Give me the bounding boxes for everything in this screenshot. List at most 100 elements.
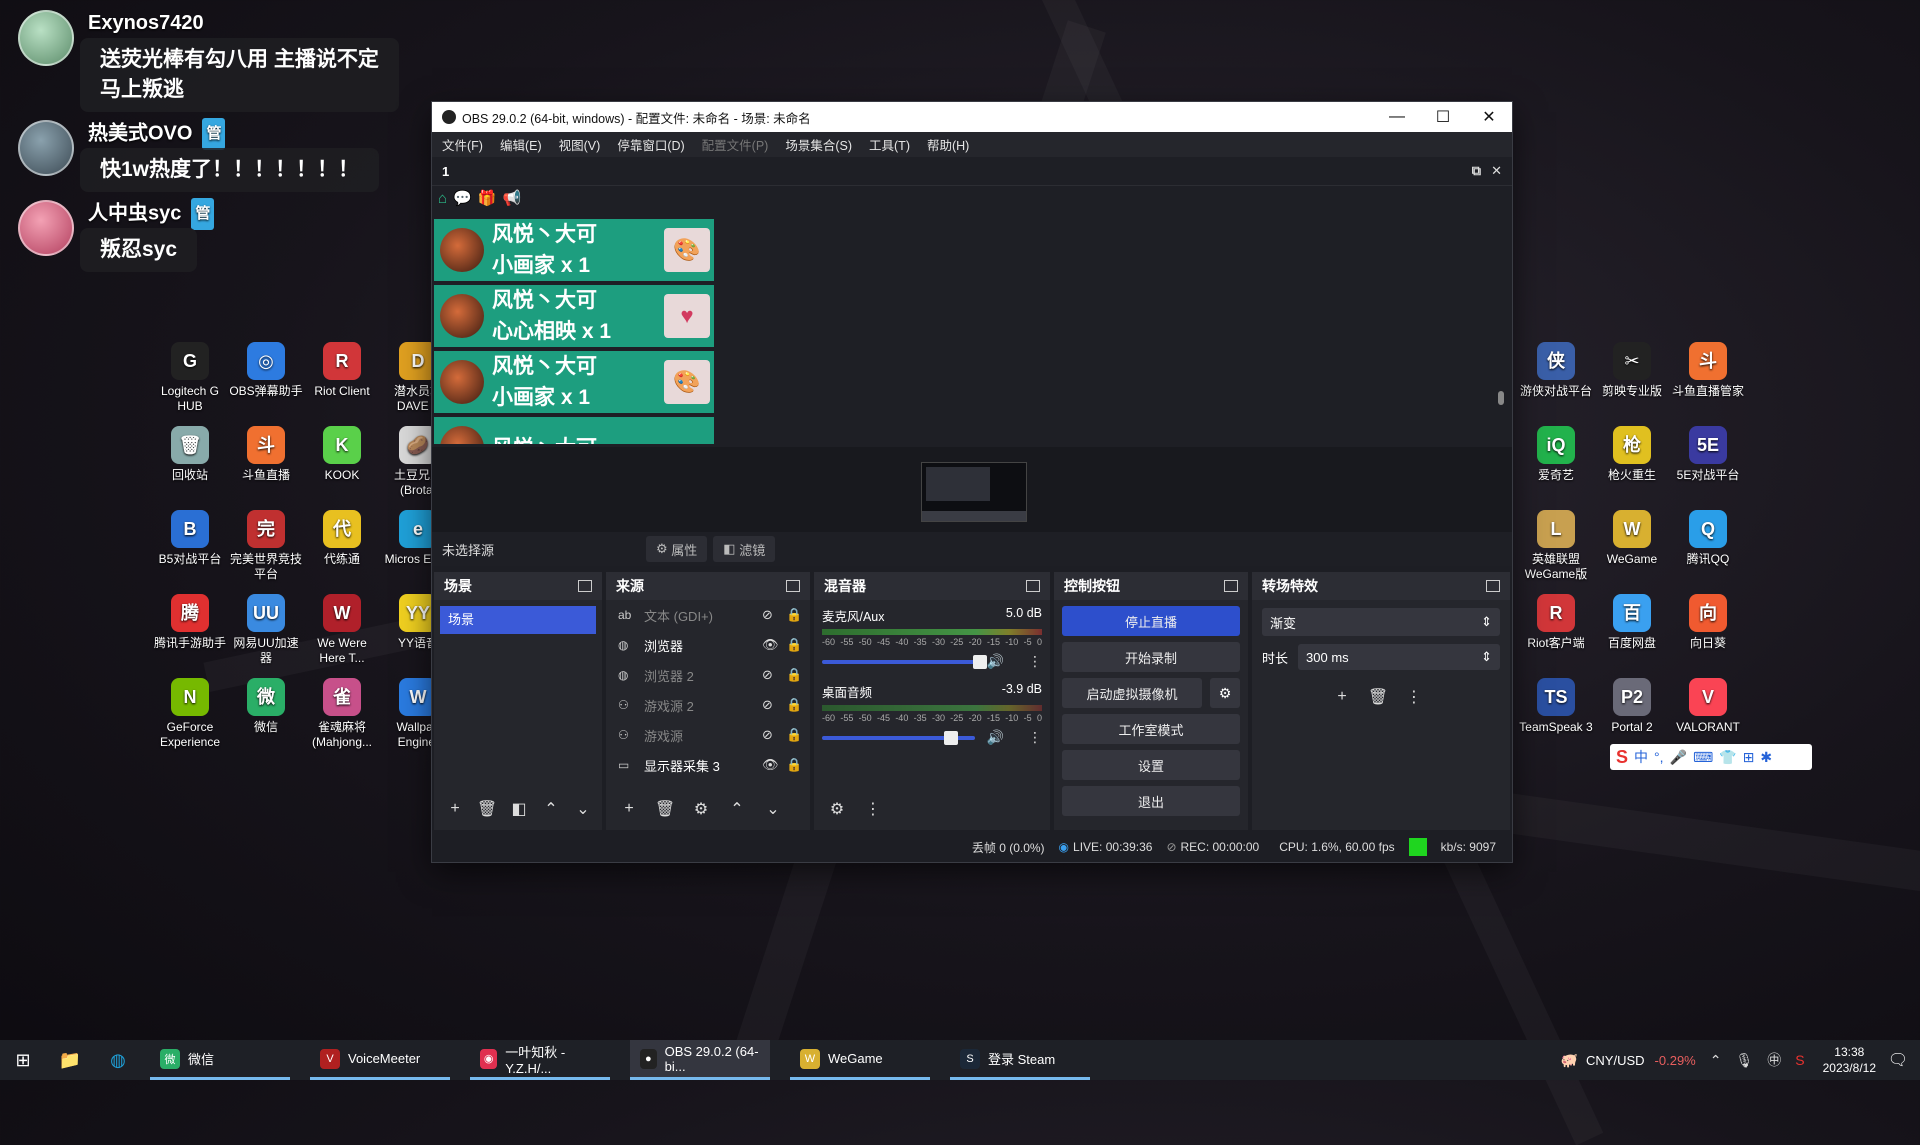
volume-slider[interactable]	[822, 730, 975, 745]
source-item[interactable]: ab 文本 (GDI+) ⊘ 🔒	[606, 600, 810, 630]
add-source-button[interactable]: +	[614, 794, 644, 824]
desktop-icon[interactable]: ◎ OBS弹幕助手	[228, 342, 304, 399]
channel-menu-icon[interactable]: ⋮	[1028, 653, 1042, 670]
minimize-button[interactable]: —	[1374, 102, 1420, 132]
desktop-icon[interactable]: iQ 爱奇艺	[1518, 426, 1594, 483]
desktop-icon[interactable]: P2 Portal 2	[1594, 678, 1670, 735]
stocks-icon[interactable]: 🐖	[1561, 1052, 1578, 1069]
ime-chinese-toggle[interactable]: 中	[1634, 747, 1648, 767]
desktop-icon[interactable]: TS TeamSpeak 3	[1518, 678, 1594, 735]
taskbar-app[interactable]: ● OBS 29.0.2 (64-bi...	[630, 1040, 770, 1080]
float-dock-icon[interactable]	[1026, 580, 1040, 592]
scene-item[interactable]: 场景	[440, 606, 596, 634]
show-hidden-icons[interactable]: ⌃	[1710, 1052, 1722, 1069]
start-recording-button[interactable]: 开始录制	[1062, 642, 1240, 672]
properties-button[interactable]: ⚙ 属性	[646, 536, 708, 562]
move-down-button[interactable]: ⌄	[758, 794, 788, 824]
lock-icon[interactable]: 🔒	[786, 637, 810, 653]
volume-slider[interactable]	[822, 654, 987, 669]
move-down-button[interactable]: ⌄	[570, 794, 596, 824]
source-item[interactable]: ⚇ 游戏源 2 ⊘ 🔒	[606, 690, 810, 720]
taskbar-app[interactable]: W WeGame	[790, 1040, 930, 1080]
desktop-icon[interactable]: W We Were Here T...	[304, 594, 380, 666]
lock-icon[interactable]: 🔒	[786, 697, 810, 713]
add-transition-button[interactable]: +	[1327, 682, 1357, 712]
desktop-icon[interactable]: 斗斗鱼直播	[228, 426, 304, 483]
menu-docks[interactable]: 停靠窗口(D)	[617, 135, 684, 154]
ime-toolbar[interactable]: S 中 °, 🎤 ⌨ 👕 ⊞ ✱	[1610, 744, 1812, 770]
menu-edit[interactable]: 编辑(E)	[500, 135, 542, 154]
desktop-icon[interactable]: 🗑 回收站	[152, 426, 228, 483]
desktop-icon[interactable]: Q 腾讯QQ	[1670, 510, 1746, 567]
studio-mode-button[interactable]: 工作室模式	[1062, 714, 1240, 744]
eye-hidden-icon[interactable]: ⊘	[762, 697, 786, 713]
preview-area[interactable]	[432, 447, 1512, 532]
desktop-icon[interactable]: R Riot客户端	[1518, 594, 1594, 651]
taskbar-app[interactable]: S 登录 Steam	[950, 1040, 1090, 1080]
maximize-button[interactable]: ☐	[1420, 102, 1466, 132]
desktop-icon[interactable]: V VALORANT	[1670, 678, 1746, 735]
announce-icon[interactable]: 📢	[502, 189, 521, 207]
scene-filters-button[interactable]: ◧	[506, 794, 532, 824]
volume-slider-knob[interactable]	[972, 654, 987, 669]
lock-icon[interactable]: 🔒	[786, 727, 810, 743]
close-button[interactable]: ✕	[1466, 102, 1512, 132]
lock-icon[interactable]: 🔒	[786, 757, 810, 773]
desktop-icon[interactable]: 向向日葵	[1670, 594, 1746, 651]
menu-help[interactable]: 帮助(H)	[927, 135, 969, 154]
desktop-icon[interactable]: K KOOK	[304, 426, 380, 483]
scrollbar-thumb[interactable]	[1498, 391, 1504, 405]
spinner-icon[interactable]: ⇕	[1481, 649, 1492, 665]
desktop-icon[interactable]: L 英雄联盟 WeGame版	[1518, 510, 1594, 582]
desktop-icon[interactable]: ✂ 剪映专业版	[1594, 342, 1670, 399]
ime-punctuation-icon[interactable]: °,	[1654, 749, 1664, 765]
source-properties-button[interactable]: ⚙	[686, 794, 716, 824]
ime-settings-icon[interactable]: ✱	[1760, 749, 1772, 766]
desktop-icon[interactable]: UU 网易UU加速器	[228, 594, 304, 666]
volume-slider-knob[interactable]	[944, 730, 959, 745]
lock-icon[interactable]: 🔒	[786, 607, 810, 623]
desktop-icon[interactable]: 雀雀魂麻将 (Mahjong...	[304, 678, 380, 750]
ime-toolbox-icon[interactable]: ⊞	[1743, 749, 1755, 766]
settings-button[interactable]: 设置	[1062, 750, 1240, 780]
microphone-icon[interactable]: 🎙	[1735, 1052, 1753, 1069]
desktop-icon[interactable]: N GeForce Experience	[152, 678, 228, 750]
currency-pair[interactable]: CNY/USD	[1586, 1053, 1645, 1068]
taskbar-app[interactable]: 微微信	[150, 1040, 290, 1080]
ime-voice-icon[interactable]: 🎤	[1670, 749, 1687, 766]
menu-view[interactable]: 视图(V)	[559, 135, 601, 154]
start-virtual-camera-button[interactable]: 启动虚拟摄像机	[1062, 678, 1202, 708]
float-dock-icon[interactable]	[1224, 580, 1238, 592]
desktop-icon[interactable]: B B5对战平台	[152, 510, 228, 567]
edge-browser-icon[interactable]: ◍	[94, 1040, 142, 1080]
eye-hidden-icon[interactable]: ⊘	[762, 607, 786, 623]
exit-button[interactable]: 退出	[1062, 786, 1240, 816]
windows-start-icon[interactable]: ⊞	[0, 1040, 46, 1080]
chat-icon[interactable]: 💬	[453, 189, 472, 207]
filters-button[interactable]: ◧ 滤镜	[713, 536, 776, 562]
lock-icon[interactable]: 🔒	[786, 667, 810, 683]
ime-skin-icon[interactable]: 👕	[1719, 749, 1736, 766]
mixer-menu-button[interactable]: ⋮	[858, 794, 888, 824]
remove-scene-button[interactable]: 🗑	[474, 794, 500, 824]
virtual-camera-settings-icon[interactable]: ⚙	[1210, 678, 1240, 708]
source-item[interactable]: ◍ 浏览器 2 ⊘ 🔒	[606, 660, 810, 690]
source-item[interactable]: ▭ 显示器采集 3 👁 🔒	[606, 750, 810, 780]
desktop-icon[interactable]: R Riot Client	[304, 342, 380, 399]
source-item[interactable]: ⚇ 游戏源 ⊘ 🔒	[606, 720, 810, 750]
add-scene-button[interactable]: +	[442, 794, 468, 824]
currency-change[interactable]: -0.29%	[1655, 1053, 1696, 1068]
speaker-icon[interactable]: 🔊	[987, 729, 1004, 746]
desktop-icon[interactable]: 代代练通	[304, 510, 380, 567]
stop-streaming-button[interactable]: 停止直播	[1062, 606, 1240, 636]
desktop-icon[interactable]: 腾腾讯手游助手	[152, 594, 228, 651]
menu-profile[interactable]: 配置文件(P)	[702, 135, 769, 154]
desktop-icon[interactable]: 完完美世界竞技平台	[228, 510, 304, 582]
taskbar-app[interactable]: ◉ 一叶知秋 - Y.Z.H/...	[470, 1040, 610, 1080]
desktop-icon[interactable]: W WeGame	[1594, 510, 1670, 567]
desktop-icon[interactable]: G Logitech G HUB	[152, 342, 228, 414]
notification-icon[interactable]: 🗨	[1876, 1050, 1920, 1070]
home-icon[interactable]: ⌂	[438, 190, 447, 207]
language-icon[interactable]: ㊥	[1767, 1050, 1781, 1070]
eye-icon[interactable]: 👁	[762, 637, 786, 653]
